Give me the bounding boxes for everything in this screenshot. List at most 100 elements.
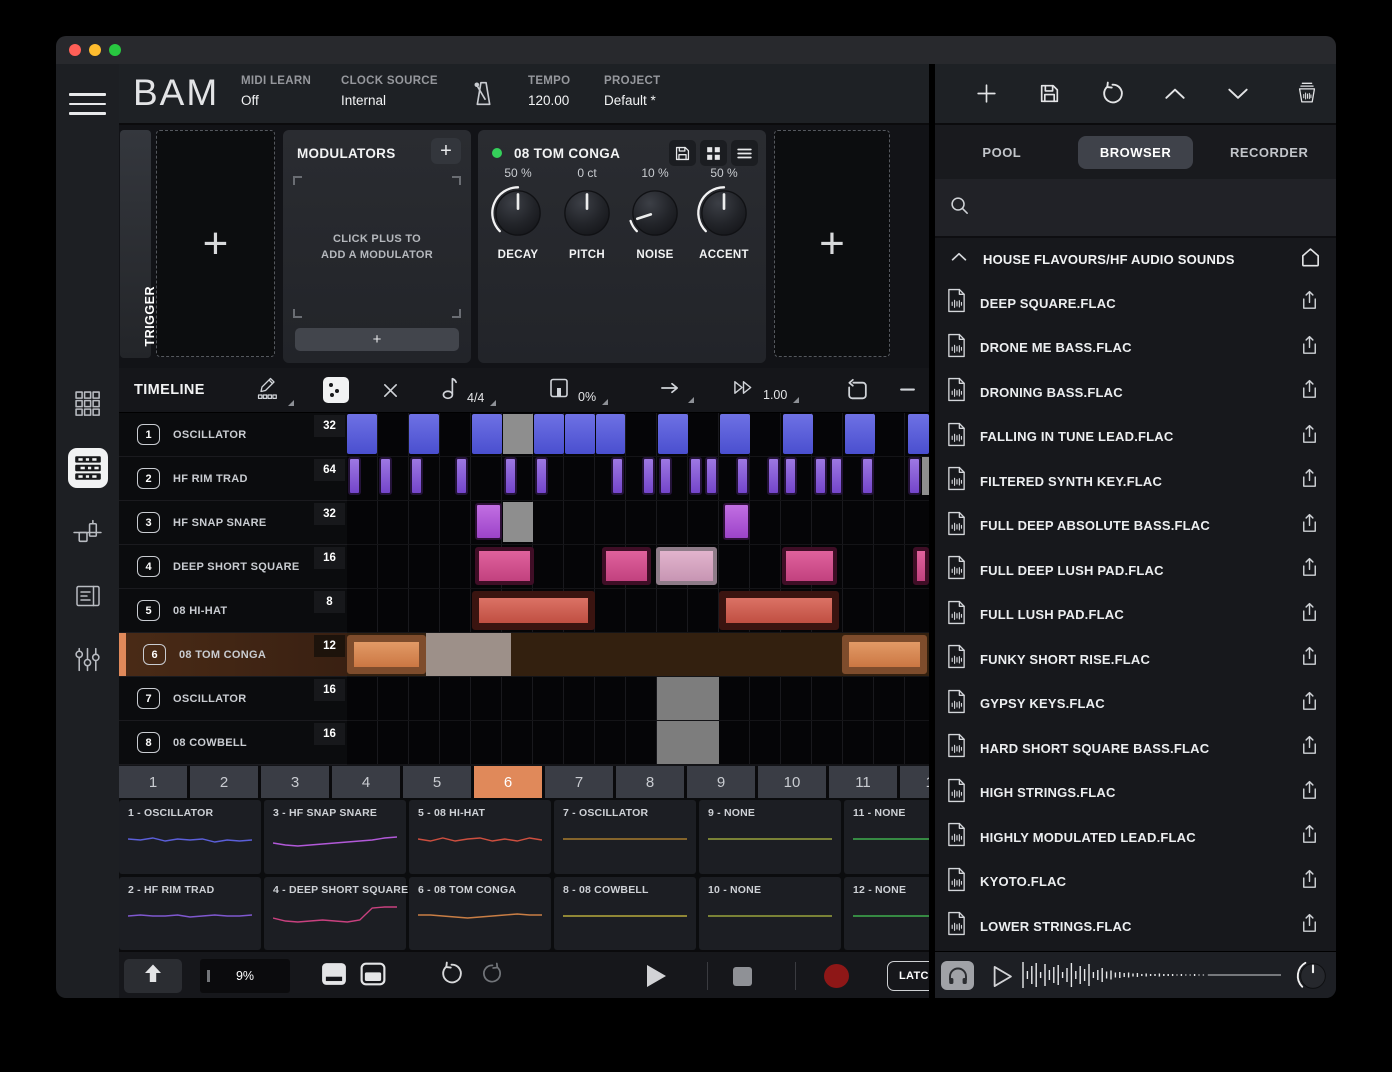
file-row[interactable]: KYOTO.FLAC [935, 860, 1336, 905]
scene-button-6[interactable]: 6 [474, 766, 542, 798]
pattern-block[interactable] [409, 414, 439, 454]
track-card[interactable]: 4 - DEEP SHORT SQUARE [264, 877, 406, 951]
layout-bottom-panel-icon[interactable] [321, 959, 347, 993]
track-header-2[interactable]: 2 HF RIM TRAD 64 [119, 457, 347, 501]
pattern-block[interactable] [861, 457, 874, 495]
preview-volume-knob[interactable] [1294, 957, 1332, 998]
pads-view-icon[interactable] [68, 384, 108, 424]
knob-dial[interactable] [693, 182, 755, 244]
scene-button-3[interactable]: 3 [261, 766, 329, 798]
scene-button-4[interactable]: 4 [332, 766, 400, 798]
pattern-block[interactable] [410, 457, 423, 495]
scene-button-9[interactable]: 9 [687, 766, 755, 798]
track-steps-count[interactable]: 16 [314, 547, 345, 569]
file-row[interactable]: FALLING IN TUNE LEAD.FLAC [935, 415, 1336, 460]
pattern-block[interactable] [719, 591, 839, 630]
time-signature-control[interactable]: 4/4 [441, 374, 496, 406]
track-header-4[interactable]: 4 DEEP SHORT SQUARE 16 [119, 545, 347, 589]
track-card[interactable]: 2 - HF RIM TRAD [119, 877, 261, 951]
pattern-block[interactable] [602, 547, 651, 585]
pattern-block[interactable] [720, 414, 750, 454]
loop-button[interactable] [845, 378, 870, 408]
track-card[interactable]: 9 - NONE [699, 800, 841, 874]
draw-tool-button[interactable] [256, 375, 294, 406]
track-card[interactable]: 12 - NONE [844, 877, 929, 951]
sequencer-view-icon[interactable] [68, 448, 108, 488]
collapse-up-button[interactable] [124, 959, 182, 993]
close-window-button[interactable] [69, 44, 81, 56]
modulator-drop-area[interactable]: CLICK PLUS TO ADD A MODULATOR [293, 176, 461, 318]
direction-control[interactable] [659, 378, 694, 403]
zoom-window-button[interactable] [109, 44, 121, 56]
track-pattern-lane[interactable] [347, 413, 929, 457]
mixer-view-icon[interactable] [68, 640, 108, 680]
metronome-icon[interactable] [467, 77, 500, 115]
instrument-menu-icon[interactable] [731, 140, 758, 166]
file-row[interactable]: FULL DEEP ABSOLUTE BASS.FLAC [935, 504, 1336, 549]
file-row[interactable]: FULL DEEP LUSH PAD.FLAC [935, 548, 1336, 593]
track-card[interactable]: 10 - NONE [699, 877, 841, 951]
save-icon[interactable] [1036, 81, 1062, 106]
export-file-icon[interactable] [1298, 378, 1321, 406]
layout-full-panel-icon[interactable] [360, 959, 386, 993]
file-row[interactable]: FILTERED SYNTH KEY.FLAC [935, 459, 1336, 504]
pattern-block[interactable] [472, 591, 595, 630]
pattern-block[interactable] [705, 457, 718, 495]
scene-button-5[interactable]: 5 [403, 766, 471, 798]
tab-pool[interactable]: POOL [935, 136, 1069, 169]
patch-view-icon[interactable] [68, 512, 108, 552]
pattern-block[interactable] [845, 414, 875, 454]
export-file-icon[interactable] [1298, 779, 1321, 807]
export-file-icon[interactable] [1298, 512, 1321, 540]
collapse-button[interactable] [899, 381, 916, 403]
pattern-block[interactable] [658, 414, 688, 454]
chevron-up-icon[interactable] [1162, 80, 1188, 107]
project-control[interactable]: PROJECT Default * [604, 75, 660, 108]
preview-headphones-button[interactable] [941, 961, 974, 990]
pattern-block[interactable] [475, 547, 534, 585]
export-file-icon[interactable] [1298, 868, 1321, 896]
record-button[interactable] [824, 959, 849, 993]
midi-learn-control[interactable]: MIDI LEARN Off [241, 75, 311, 108]
scene-button-1[interactable]: 1 [119, 766, 187, 798]
knob-dial[interactable] [487, 182, 549, 244]
track-pattern-lane[interactable] [347, 589, 929, 633]
pattern-block[interactable] [830, 457, 843, 495]
project-value[interactable]: Default * [604, 93, 660, 108]
track-card[interactable]: 1 - OSCILLATOR [119, 800, 261, 874]
collapse-folder-icon[interactable] [948, 246, 970, 273]
track-pattern-lane[interactable] [347, 501, 929, 545]
rate-control[interactable]: 1.00 [731, 377, 799, 403]
pattern-block[interactable] [814, 457, 827, 495]
pattern-block[interactable] [347, 635, 426, 674]
add-instrument-slot[interactable]: + [774, 130, 890, 357]
pattern-block[interactable] [922, 457, 929, 495]
knob-accent[interactable]: 50 % ACCENT [693, 166, 755, 261]
scene-button-11[interactable]: 11 [829, 766, 897, 798]
clock-source-value[interactable]: Internal [341, 93, 438, 108]
undo-button[interactable] [439, 959, 464, 993]
pattern-block[interactable] [535, 457, 548, 495]
knob-dial[interactable] [624, 182, 686, 244]
export-file-icon[interactable] [1298, 734, 1321, 762]
knob-noise[interactable]: 10 % NOISE [624, 166, 686, 261]
scene-button-8[interactable]: 8 [616, 766, 684, 798]
track-card[interactable]: 5 - 08 HI-HAT [409, 800, 551, 874]
pattern-block[interactable] [659, 457, 672, 495]
pattern-block[interactable] [472, 414, 502, 454]
export-file-icon[interactable] [1298, 823, 1321, 851]
folder-header[interactable]: HOUSE FLAVOURS/HF AUDIO SOUNDS [935, 238, 1336, 281]
file-row[interactable]: DEEP SQUARE.FLAC [935, 281, 1336, 326]
pattern-block[interactable] [783, 414, 813, 454]
play-button[interactable] [647, 959, 666, 993]
track-pattern-lane[interactable] [347, 633, 929, 677]
file-row[interactable]: FULL LUSH PAD.FLAC [935, 593, 1336, 638]
midi-learn-value[interactable]: Off [241, 93, 311, 108]
track-header-7[interactable]: 7 OSCILLATOR 16 [119, 677, 347, 721]
pattern-block[interactable] [596, 414, 625, 454]
clear-button[interactable] [381, 381, 400, 405]
add-icon[interactable] [973, 81, 999, 106]
pattern-block[interactable] [504, 457, 517, 495]
pattern-block[interactable] [565, 414, 595, 454]
pattern-block[interactable] [908, 414, 929, 454]
